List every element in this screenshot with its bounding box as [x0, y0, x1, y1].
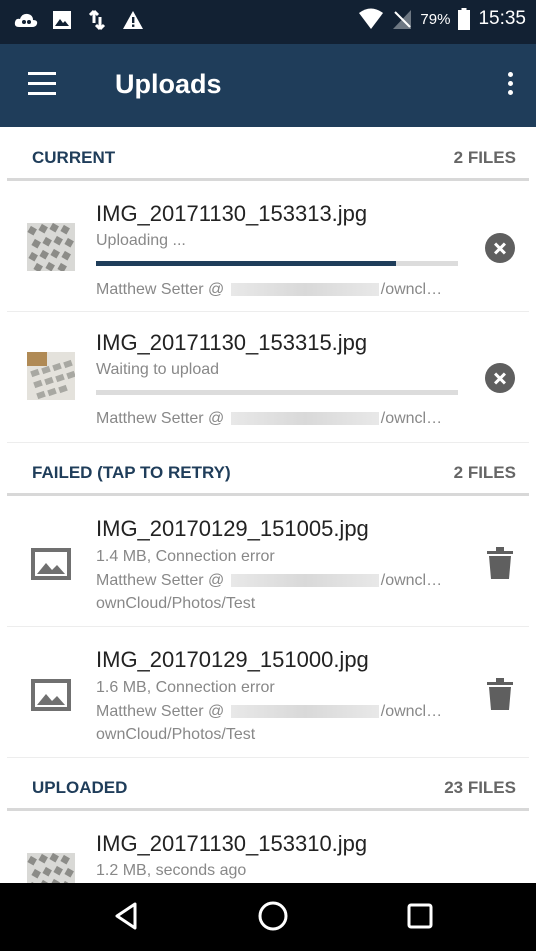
section-header-failed[interactable]: FAILED (TAP TO RETRY) 2 FILES [0, 442, 536, 496]
section-title: UPLOADED [32, 778, 128, 797]
image-placeholder-icon [31, 548, 71, 580]
cloud-icon [14, 13, 38, 27]
account-name: Matthew Setter @ [96, 281, 225, 298]
image-icon [53, 11, 71, 29]
home-button[interactable] [257, 900, 289, 937]
section-title: CURRENT [32, 148, 116, 167]
cancel-upload-button[interactable] [485, 233, 515, 263]
section-count: 2 FILES [453, 148, 516, 167]
upload-status: 1.4 MB, Connection error [96, 548, 275, 565]
cancel-upload-button[interactable] [485, 363, 515, 393]
file-name: IMG_20170129_151005.jpg [96, 516, 369, 541]
photo-thumbnail [27, 223, 75, 271]
photo-thumbnail [27, 853, 75, 883]
recents-button[interactable] [407, 903, 433, 934]
section-title: FAILED (TAP TO RETRY) [32, 463, 231, 482]
image-placeholder-icon [31, 679, 71, 711]
page-title: Uploads [115, 69, 222, 99]
list-item[interactable]: IMG_20170129_151000.jpg 1.6 MB, Connecti… [7, 627, 529, 758]
uploads-screen: 79% 15:35 Uploads CURRENT 2 FILES IMG_20… [0, 0, 536, 951]
account-info: Matthew Setter @ /owncl… [96, 572, 442, 590]
redacted-server [230, 574, 379, 588]
account-path: /owncl… [380, 410, 443, 427]
account-info: Matthew Setter @ /owncl… [96, 410, 442, 428]
account-path: /owncl… [380, 281, 443, 298]
hamburger-menu-icon[interactable] [28, 72, 62, 100]
list-item[interactable]: IMG_20170129_151005.jpg 1.4 MB, Connecti… [7, 496, 529, 627]
remote-path: ownCloud/Photos/Test [96, 595, 256, 612]
battery-icon [458, 8, 471, 30]
list-item[interactable]: IMG_20171130_153313.jpg Uploading ... Ma… [7, 181, 529, 312]
list-item[interactable]: IMG_20171130_153315.jpg Waiting to uploa… [7, 312, 529, 443]
trash-icon [487, 678, 513, 710]
delete-button[interactable] [487, 547, 513, 584]
uploads-list[interactable]: CURRENT 2 FILES IMG_20171130_153313.jpg … [0, 127, 536, 883]
section-count: 2 FILES [453, 463, 516, 482]
redacted-server [230, 705, 379, 719]
file-name: IMG_20171130_153310.jpg [96, 831, 368, 856]
upload-status: Uploading ... [96, 232, 186, 249]
back-button[interactable] [113, 901, 139, 936]
account-path: /owncl… [380, 572, 443, 589]
account-info: Matthew Setter @ /owncl… [96, 281, 442, 299]
home-circle-icon [258, 901, 288, 931]
cancel-icon [485, 363, 515, 393]
upload-progress-fill [96, 261, 397, 266]
account-name: Matthew Setter @ [96, 703, 225, 720]
section-header-uploaded: UPLOADED 23 FILES [0, 757, 536, 811]
back-triangle-icon [115, 902, 137, 930]
recents-square-icon [407, 903, 433, 929]
status-bar: 79% 15:35 [0, 0, 536, 44]
clock: 15:35 [478, 8, 526, 29]
navigation-bar [0, 883, 536, 951]
warning-icon [123, 11, 143, 29]
upload-status: 1.2 MB, seconds ago [96, 862, 247, 879]
section-header-current: CURRENT 2 FILES [0, 127, 536, 181]
battery-percent: 79% [420, 10, 451, 28]
remote-path: ownCloud/Photos/Test [96, 726, 256, 743]
upload-progress-bar [96, 390, 458, 395]
cancel-icon [485, 233, 515, 263]
section-count: 23 FILES [444, 778, 516, 797]
no-signal-icon [393, 10, 412, 29]
file-name: IMG_20171130_153315.jpg [96, 330, 368, 355]
upload-progress-bar [96, 261, 458, 266]
sync-arrows-icon [88, 9, 106, 31]
upload-status: Waiting to upload [96, 361, 220, 378]
app-bar: Uploads [0, 44, 536, 127]
file-name: IMG_20170129_151000.jpg [96, 647, 369, 672]
file-name: IMG_20171130_153313.jpg [96, 201, 368, 226]
system-status: 79% 15:35 [358, 8, 526, 30]
delete-button[interactable] [487, 678, 513, 715]
redacted-server [230, 412, 379, 426]
upload-status: 1.6 MB, Connection error [96, 679, 275, 696]
overflow-menu-icon[interactable] [504, 72, 516, 102]
list-item[interactable]: IMG_20171130_153310.jpg 1.2 MB, seconds … [7, 811, 529, 883]
wifi-icon [359, 8, 384, 29]
redacted-server [230, 283, 379, 297]
notification-icons [14, 9, 144, 31]
account-name: Matthew Setter @ [96, 572, 225, 589]
trash-icon [487, 547, 513, 579]
account-name: Matthew Setter @ [96, 410, 225, 427]
photo-thumbnail [27, 352, 75, 400]
account-info: Matthew Setter @ /owncl… [96, 703, 442, 721]
account-path: /owncl… [380, 703, 443, 720]
